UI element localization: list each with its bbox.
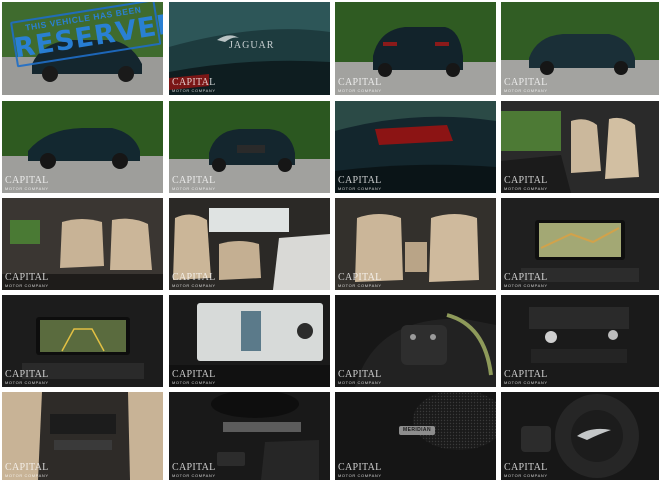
photo-thumb-climate-screen[interactable]: CAPITAL MOTOR COMPANY	[169, 295, 330, 387]
photo-thumb-meridian-speaker[interactable]: MERIDIAN CAPITAL MOTOR COMPANY	[335, 392, 496, 480]
photo-thumb-backup-camera[interactable]: CAPITAL MOTOR COMPANY	[2, 295, 163, 387]
photo-thumb-dashboard-passenger[interactable]: CAPITAL MOTOR COMPANY	[169, 198, 330, 290]
photo-thumb-exterior-front-quarter[interactable]: CAPITAL MOTOR COMPANY	[501, 2, 659, 95]
photo-gallery: THIS VEHICLE HAS BEEN RESERVED JAGUAR CA…	[0, 0, 661, 482]
photo-thumb-front-seats[interactable]: CAPITAL MOTOR COMPANY	[501, 101, 659, 193]
speaker-badge-text: MERIDIAN	[403, 427, 431, 433]
photo-thumb-rear-vents[interactable]: CAPITAL MOTOR COMPANY	[2, 392, 163, 480]
photo-thumb-exterior-front-reserved[interactable]: THIS VEHICLE HAS BEEN RESERVED	[2, 2, 163, 95]
photo-thumb-exterior-front[interactable]: CAPITAL MOTOR COMPANY	[169, 101, 330, 193]
photo-thumb-exterior-side[interactable]: CAPITAL MOTOR COMPANY	[2, 101, 163, 193]
photo-thumb-gear-selector[interactable]: CAPITAL MOTOR COMPANY	[169, 392, 330, 480]
photo-thumb-center-console[interactable]: CAPITAL MOTOR COMPANY	[501, 295, 659, 387]
tailgate-badge-text: JAGUAR	[229, 40, 275, 51]
photo-thumb-navigation-screen[interactable]: CAPITAL MOTOR COMPANY	[501, 198, 659, 290]
photo-thumb-steering-wheel-logo[interactable]: CAPITAL MOTOR COMPANY	[501, 392, 659, 480]
photo-thumb-taillight[interactable]: CAPITAL MOTOR COMPANY	[335, 101, 496, 193]
photo-thumb-rear-bench[interactable]: CAPITAL MOTOR COMPANY	[335, 198, 496, 290]
photo-thumb-tailgate-badge[interactable]: JAGUAR CAPITAL MOTOR COMPANY	[169, 2, 330, 95]
photo-thumb-rear-seats[interactable]: CAPITAL MOTOR COMPANY	[2, 198, 163, 290]
photo-thumb-steering-wheel-buttons[interactable]: CAPITAL MOTOR COMPANY	[335, 295, 496, 387]
photo-thumb-exterior-rear-quarter[interactable]: CAPITAL MOTOR COMPANY	[335, 2, 496, 95]
